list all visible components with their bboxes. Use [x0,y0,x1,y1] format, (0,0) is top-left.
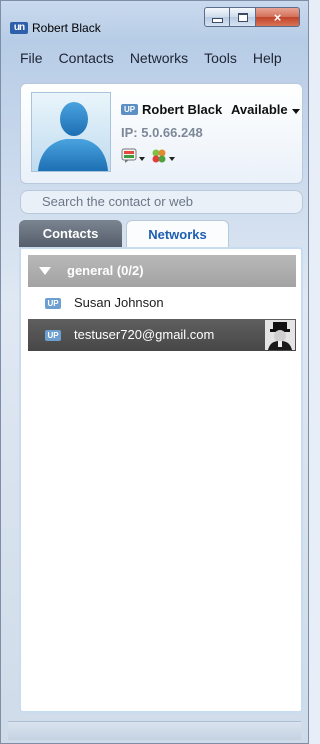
search-input[interactable]: Search the contact or web [20,190,303,214]
tab-contacts[interactable]: Contacts [19,220,122,248]
tab-networks[interactable]: Networks [126,220,229,248]
contact-photo-image [265,320,295,350]
menu-networks[interactable]: Networks [119,46,193,70]
status-bar [8,721,301,740]
app-logo-icon: un [10,22,28,34]
expand-arrow-icon[interactable] [39,267,51,275]
ip-address: IP: 5.0.66.248 [121,125,203,140]
plugins-icon[interactable] [151,148,167,164]
minimize-icon [211,17,223,23]
contact-list: general (0/2) UP Susan Johnson UP testus… [19,247,303,713]
menu-help[interactable]: Help [242,46,287,70]
sms-chevron-down-icon[interactable] [139,156,145,161]
avatar[interactable] [31,92,111,172]
close-button[interactable]: × [256,7,300,27]
list-item-selected[interactable]: UP testuser720@gmail.com [28,319,296,351]
network-logo-icon: UP [121,104,138,115]
status-chevron-down-icon[interactable] [292,109,300,114]
menu-contacts[interactable]: Contacts [48,46,119,70]
plugins-chevron-down-icon[interactable] [169,156,175,161]
user-silhouette-icon [38,102,108,171]
contact-network-icon: UP [45,330,61,341]
contact-avatar[interactable] [265,320,295,350]
profile-name-row: UP Robert Black [121,102,222,117]
group-header-general[interactable]: general (0/2) [28,255,296,287]
contact-network-icon: UP [45,298,61,309]
title-bar[interactable]: un Robert Black × [1,1,308,41]
sms-icon[interactable] [121,148,137,164]
minimize-button[interactable] [204,7,230,27]
maximize-button[interactable] [230,7,256,27]
list-item[interactable]: UP Susan Johnson [28,287,296,319]
menu-bar: File Contacts Networks Tools Help [9,46,287,70]
profile-card: UP Robert Black Available IP: 5.0.66.248 [20,83,303,184]
contact-name: testuser720@gmail.com [74,327,215,342]
main-window: un Robert Black × File Contacts Networks… [0,0,309,744]
contact-name: Susan Johnson [74,295,164,310]
group-label: general (0/2) [67,263,144,278]
profile-tools [121,148,181,164]
window-title: Robert Black [32,21,101,35]
window-controls: × [204,7,300,29]
status-dropdown[interactable]: Available [231,102,288,117]
close-icon: × [273,9,282,25]
profile-name: Robert Black [142,102,223,117]
menu-file[interactable]: File [9,46,48,70]
menu-tools[interactable]: Tools [193,46,242,70]
maximize-icon [237,12,248,22]
